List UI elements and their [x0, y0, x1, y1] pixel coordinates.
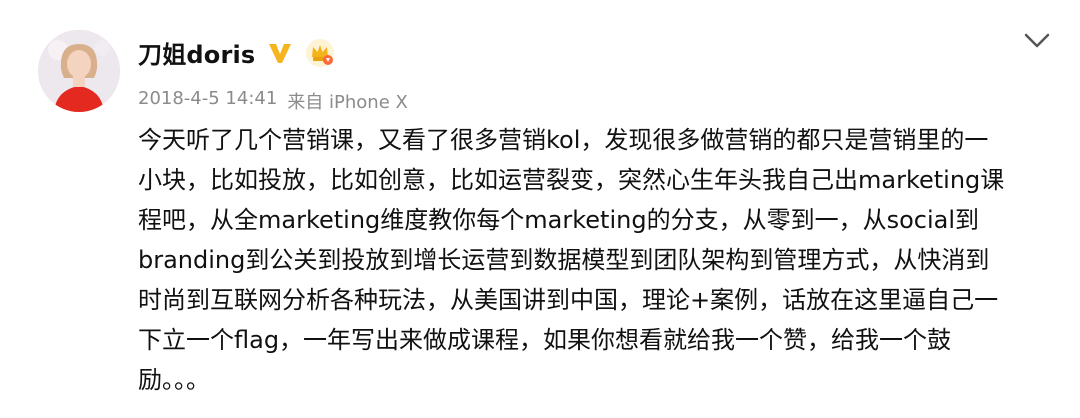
- crown-badge-icon[interactable]: [305, 38, 335, 68]
- verified-v-icon[interactable]: [267, 40, 293, 66]
- post-source[interactable]: 来自 iPhone X: [287, 88, 408, 114]
- avatar[interactable]: [38, 30, 120, 112]
- post-content: 今天听了几个营销课，又看了很多营销kol，发现很多做营销的都只是营销里的一 小块…: [138, 120, 1048, 400]
- weibo-post: 刀姐doris 2018-4-5 14:41 来自 iPhone X 今天听了几…: [0, 0, 1080, 418]
- post-meta: 2018-4-5 14:41 来自 iPhone X: [138, 88, 408, 114]
- post-text-line: 程吧，从全marketing维度教你每个marketing的分支，从零到一，从s…: [138, 206, 979, 234]
- post-text-line: 今天听了几个营销课，又看了很多营销kol，发现很多做营销的都只是营销里的一: [138, 126, 989, 154]
- post-text-line: 小块，比如投放，比如创意，比如运营裂变，突然心生年头我自己出marketing课: [138, 166, 1005, 194]
- post-text-line: 下立一个flag，一年写出来做成课程，如果你想看就给我一个赞，给我一个鼓: [138, 326, 952, 354]
- username[interactable]: 刀姐doris: [138, 35, 255, 70]
- chevron-down-icon[interactable]: [1024, 32, 1050, 50]
- post-text-line: 时尚到互联网分析各种玩法，从美国讲到中国，理论+案例，话放在这里逼自己一: [138, 286, 999, 314]
- post-text-line: branding到公关到投放到增长运营到数据模型到团队架构到管理方式，从快消到: [138, 246, 990, 274]
- post-header: 刀姐doris: [138, 35, 335, 70]
- post-text-line: 励。。。: [138, 366, 210, 394]
- post-timestamp[interactable]: 2018-4-5 14:41: [138, 88, 277, 114]
- avatar-portrait-icon: [38, 30, 120, 112]
